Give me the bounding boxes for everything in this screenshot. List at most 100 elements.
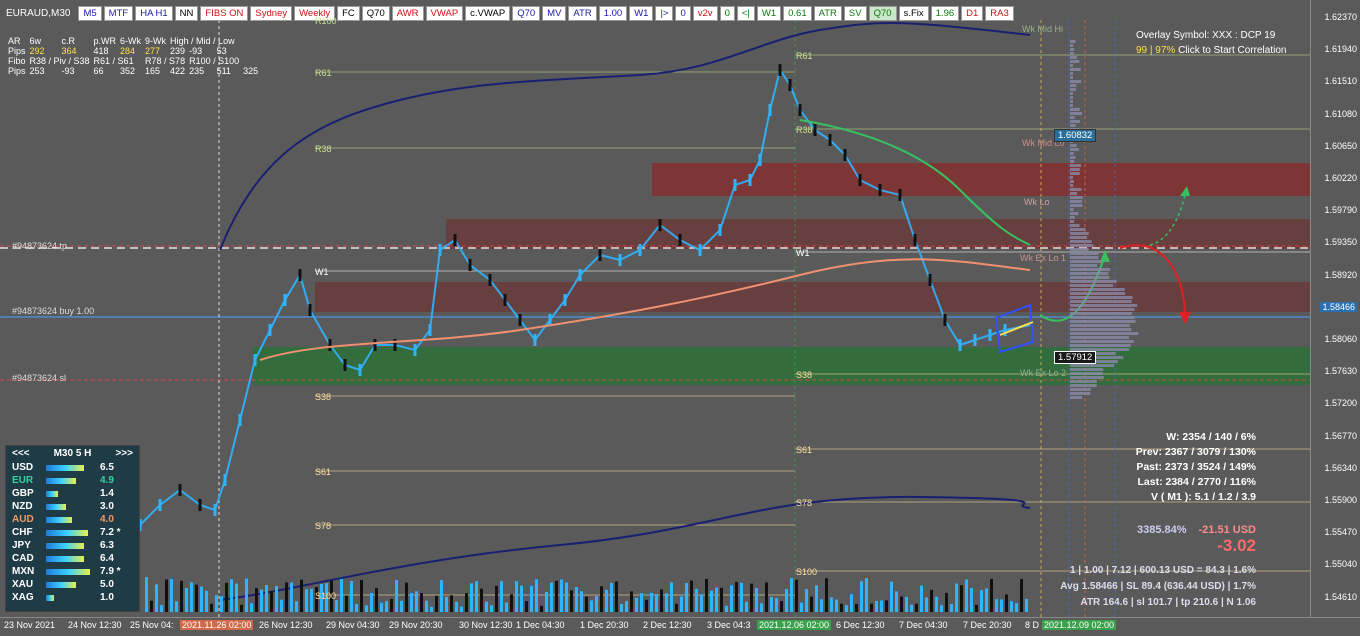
- volume-profile-bar: [1070, 92, 1073, 95]
- fib-label: S61: [796, 445, 812, 455]
- stat-cell: 325: [243, 66, 262, 76]
- volume-bar: [255, 588, 258, 612]
- volume-bar: [750, 584, 753, 612]
- toolbar-button-ra3[interactable]: RA3: [985, 6, 1013, 21]
- volume-bar: [520, 586, 523, 612]
- volume-bar: [660, 589, 663, 612]
- volume-bar: [805, 589, 808, 612]
- toolbar-button-ha-h1[interactable]: HA H1: [135, 6, 172, 21]
- volume-profile-bar: [1070, 376, 1104, 379]
- fib-label: R61: [796, 51, 813, 61]
- next-page-button[interactable]: >>>: [115, 448, 133, 459]
- toolbar-button-0-61[interactable]: 0.61: [783, 6, 812, 21]
- prev-page-button[interactable]: <<<: [12, 448, 30, 459]
- volume-profile-bar: [1070, 316, 1135, 319]
- overlay-correlation[interactable]: Overlay Symbol: XXX : DCP 19 99 | 97% Cl…: [1136, 28, 1286, 58]
- volume-profile-bar: [1070, 312, 1132, 315]
- volume-profile-bar: [1070, 380, 1097, 383]
- time-axis[interactable]: 23 Nov 2021 24 Nov 12:30 25 Nov 04: 2021.11…: [0, 617, 1360, 636]
- fib-label: S38: [315, 392, 331, 402]
- toolbar-button-sydney[interactable]: Sydney: [250, 6, 292, 21]
- volume-profile-bar: [1070, 84, 1076, 87]
- strength-value: 6.3: [100, 540, 134, 551]
- volume-bar: [235, 584, 238, 612]
- volume-bar: [510, 594, 513, 612]
- toolbar-button-fc[interactable]: FC: [337, 6, 360, 21]
- toolbar-button-mtf[interactable]: MTF: [104, 6, 134, 21]
- indicator-toolbar: EURAUD,M30 M5 MTF HA H1 NN FIBS ON Sydney Week…: [0, 6, 1014, 20]
- volume-bar: [840, 604, 843, 612]
- time-tick: 26 Nov 12:30: [259, 620, 313, 630]
- volume-profile-bar: [1070, 52, 1074, 55]
- volume-profile-bar: [1070, 336, 1129, 339]
- supply-zone: [315, 282, 1310, 312]
- toolbar-button-mv[interactable]: MV: [542, 6, 566, 21]
- toolbar-button-awr[interactable]: AWR: [392, 6, 424, 21]
- volume-bar: [965, 579, 968, 612]
- volume-profile-bar: [1070, 192, 1077, 195]
- toolbar-button-s-fix[interactable]: s.Fix: [899, 6, 929, 21]
- volume-bar: [500, 581, 503, 612]
- volume-profile-bar: [1070, 284, 1113, 287]
- volume-bar: [925, 598, 928, 612]
- correlation-pct: 99 | 97%: [1136, 45, 1175, 56]
- price-axis[interactable]: 1.62370 1.61940 1.61510 1.61080 1.60650 1.602…: [1310, 0, 1360, 617]
- volume-profile-bar: [1070, 320, 1136, 323]
- toolbar-button-q70[interactable]: Q70: [869, 6, 897, 21]
- volume-bar: [910, 605, 913, 612]
- currency-code: AUD: [12, 514, 46, 525]
- currency-strength-panel: <<< M30 5 H >>> USD 6.5 EUR 4.9 GBP 1.4 NZD 3.0…: [5, 445, 140, 612]
- volume-bar: [790, 578, 793, 612]
- toolbar-button-c-vwap[interactable]: c.VWAP: [465, 6, 510, 21]
- toolbar-button-1-00[interactable]: 1.00: [599, 6, 628, 21]
- toolbar-button-nn[interactable]: NN: [175, 6, 199, 21]
- volume-bar: [595, 596, 598, 612]
- symbol-label: EURAUD,M30: [6, 8, 70, 19]
- toolbar-button--[interactable]: |>: [655, 6, 673, 21]
- time-tick: 8 D: [1025, 620, 1039, 630]
- sl-line-label: #94873624 sl: [12, 373, 66, 383]
- volume-profile-bar: [1070, 44, 1073, 47]
- level-price-box: 1.57912: [1054, 351, 1096, 364]
- toolbar-button-sv[interactable]: SV: [844, 6, 867, 21]
- strength-row-usd: USD 6.5: [6, 461, 139, 474]
- toolbar-button-atr[interactable]: ATR: [568, 6, 596, 21]
- toolbar-button-q70[interactable]: Q70: [512, 6, 540, 21]
- volume-bar: [385, 601, 388, 612]
- toolbar-button-0[interactable]: 0: [720, 6, 735, 21]
- start-correlation-link[interactable]: Click to Start Correlation: [1178, 45, 1286, 56]
- price-chart[interactable]: EURAUD,M30 M5 MTF HA H1 NN FIBS ON Sydney Week…: [0, 0, 1310, 617]
- volume-bar: [200, 587, 203, 612]
- toolbar-button-atr[interactable]: ATR: [814, 6, 842, 21]
- volume-bar: [400, 601, 403, 612]
- volume-bar: [465, 593, 468, 612]
- volume-bar: [875, 601, 878, 612]
- toolbar-button-fibs-on[interactable]: FIBS ON: [200, 6, 248, 21]
- volume-profile-bar: [1070, 296, 1133, 299]
- volume-bar: [585, 597, 588, 612]
- chart-canvas[interactable]: [0, 0, 1310, 617]
- volume-profile-bar: [1070, 224, 1080, 227]
- volume-profile-bar: [1070, 156, 1075, 159]
- volume-profile-bar: [1070, 384, 1097, 387]
- volume-bar: [820, 599, 823, 612]
- toolbar-button-m5[interactable]: M5: [78, 6, 101, 21]
- strength-row-nzd: NZD 3.0: [6, 500, 139, 513]
- weekly-level-label: Wk Ex Lo 1: [1020, 253, 1066, 263]
- toolbar-button-w1[interactable]: W1: [757, 6, 781, 21]
- volume-profile-bar: [1070, 164, 1081, 167]
- volume-bar: [265, 585, 268, 612]
- toolbar-button-1-96[interactable]: 1.96: [931, 6, 960, 21]
- toolbar-button-q70[interactable]: Q70: [362, 6, 390, 21]
- toolbar-button-d1[interactable]: D1: [961, 6, 983, 21]
- toolbar-button-w1[interactable]: W1: [629, 6, 653, 21]
- volume-bar: [985, 588, 988, 612]
- toolbar-button-v2v[interactable]: v2v: [693, 6, 718, 21]
- price-tick: 1.55470: [1324, 527, 1357, 537]
- volume-bar: [885, 600, 888, 612]
- toolbar-button--[interactable]: <|: [737, 6, 755, 21]
- time-tick: 25 Nov 04:: [130, 620, 174, 630]
- volume-profile-bar: [1070, 200, 1082, 203]
- toolbar-button-0[interactable]: 0: [675, 6, 690, 21]
- toolbar-button-vwap[interactable]: VWAP: [426, 6, 464, 21]
